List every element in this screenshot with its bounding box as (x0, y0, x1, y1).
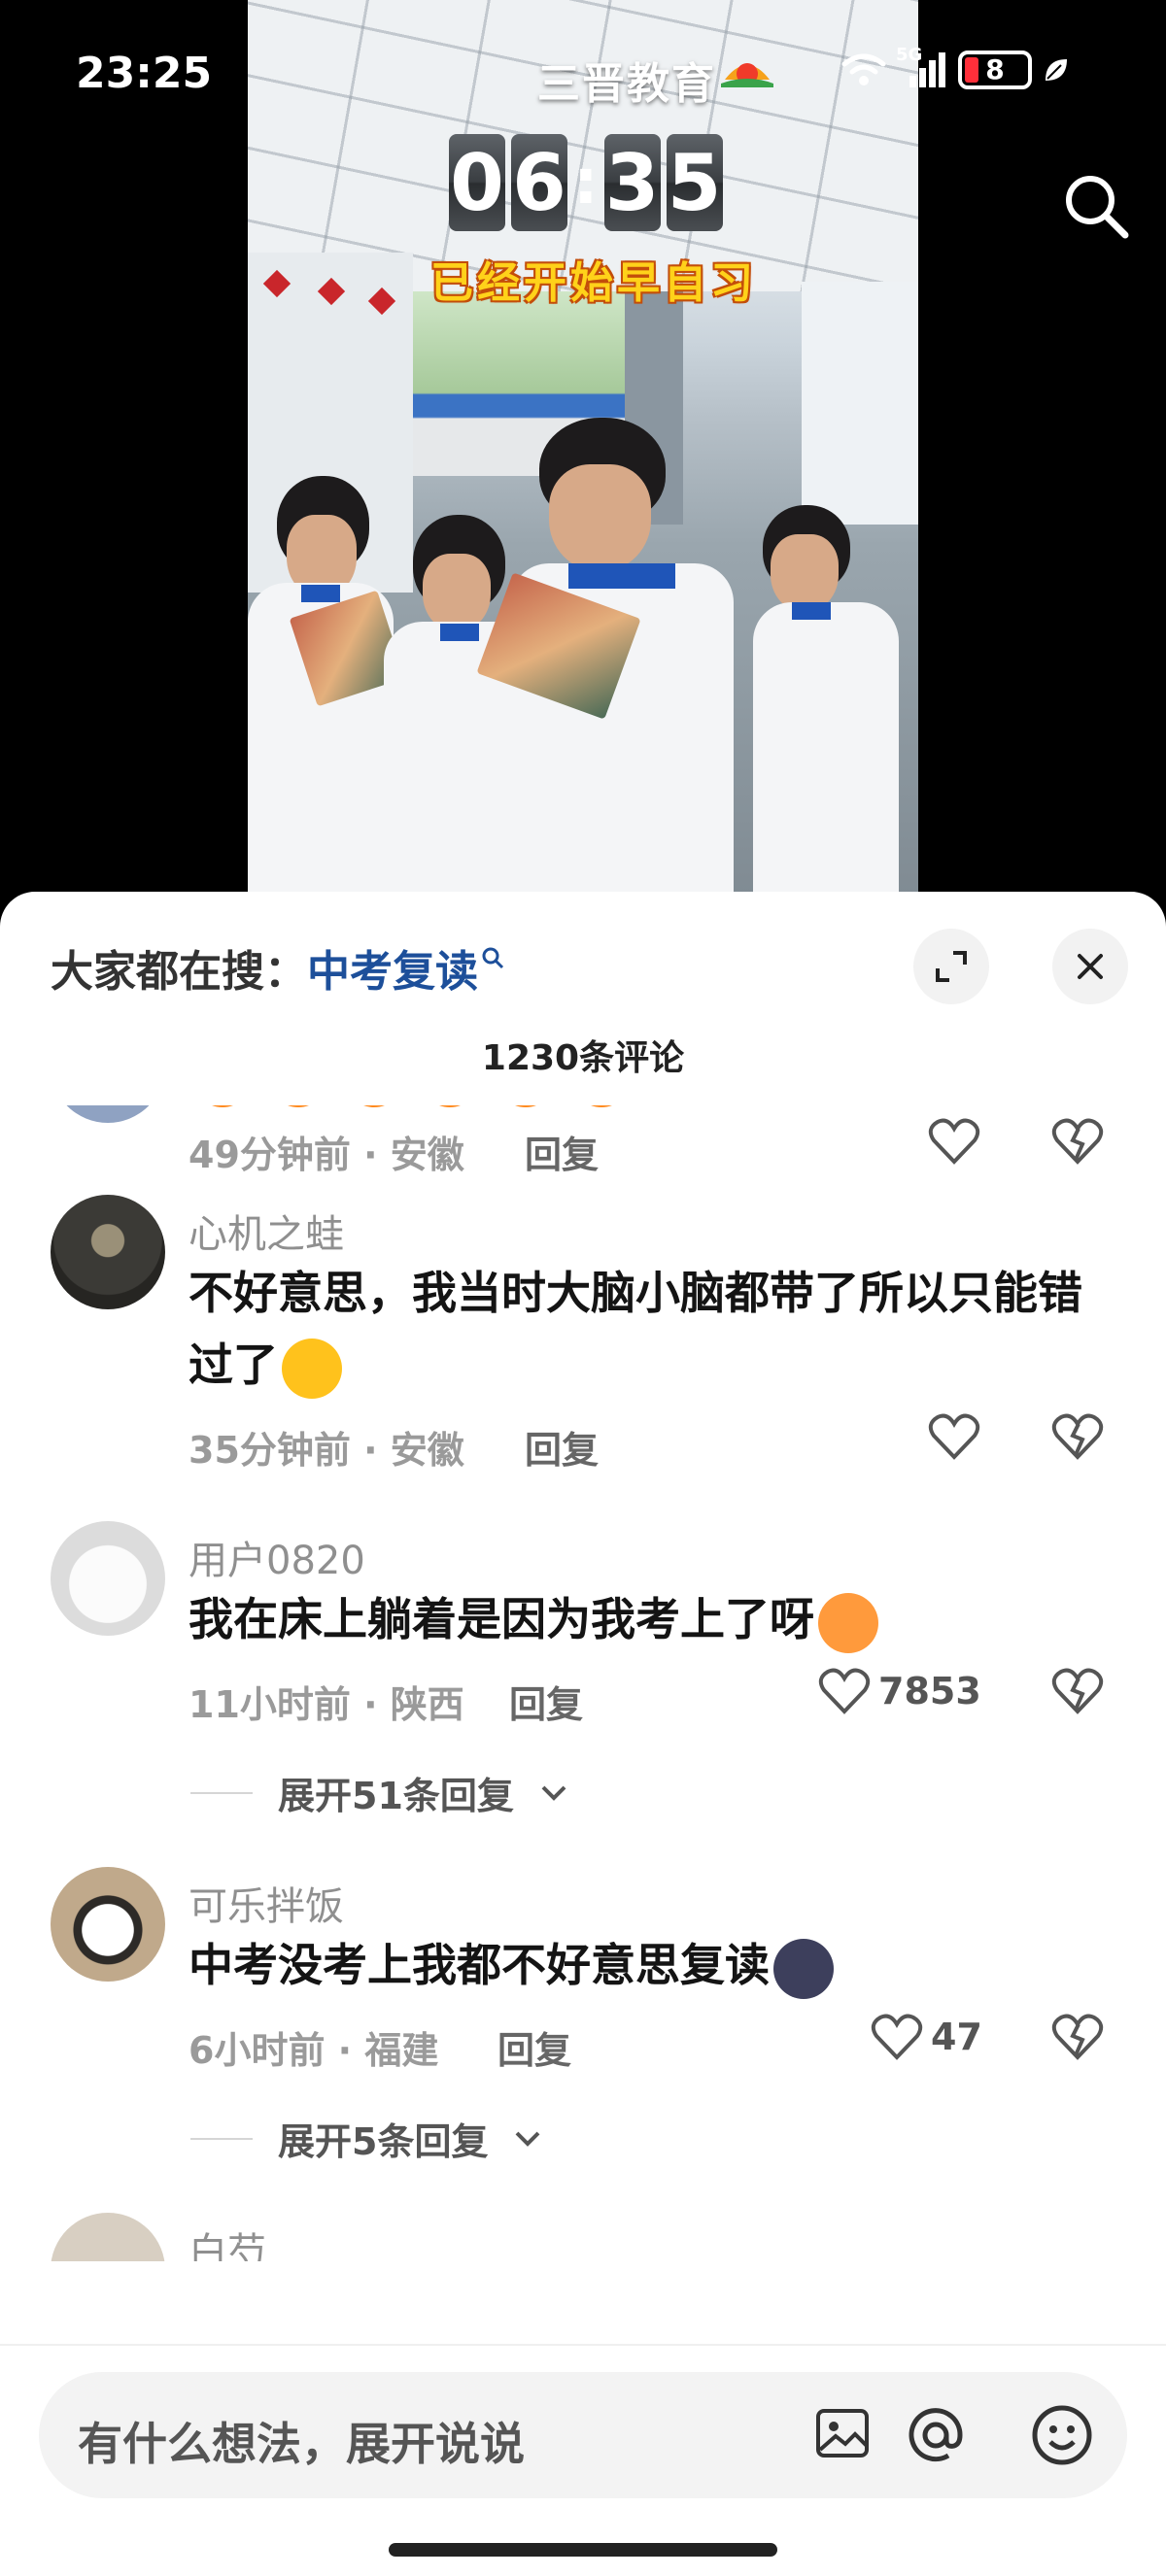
dislike-heart-icon[interactable] (1051, 2013, 1104, 2061)
whiteboard (802, 282, 918, 525)
heart-icon (928, 1413, 980, 1460)
like-button[interactable] (928, 1117, 980, 1166)
moon-face-emoji-icon (773, 1938, 834, 1999)
like-button[interactable]: 7853 (818, 1667, 981, 1715)
like-count: 47 (931, 2016, 982, 2058)
expand-replies-label: 展开5条回复 (278, 2120, 489, 2163)
tears-of-joy-emoji-icon (282, 1338, 342, 1399)
reply-button[interactable]: 回复 (509, 1675, 583, 1728)
home-indicator[interactable] (389, 2543, 777, 2557)
hot-search-label: 大家都在搜： (51, 947, 307, 997)
clock-digit: 3 (603, 134, 661, 231)
heart-icon (871, 2014, 923, 2060)
expand-replies-button[interactable]: 展开5条回复 (190, 2112, 542, 2165)
flip-clock: 0 6 : 3 5 (449, 134, 729, 231)
status-time: 23:25 (76, 49, 213, 98)
comment-text: 我在床上躺着是因为我考上了呀 (189, 1583, 1102, 1655)
cellular-icon: 5G (896, 45, 948, 89)
avatar[interactable] (51, 1195, 165, 1309)
comment-username[interactable]: 用户0820 (189, 1529, 365, 1585)
close-button[interactable] (1052, 929, 1128, 1004)
brand-logo-icon (721, 63, 773, 87)
mention-icon[interactable] (904, 2403, 968, 2467)
video-caption: 已经开始早自习 (430, 258, 757, 308)
image-icon[interactable] (812, 2403, 873, 2463)
avatar[interactable] (51, 2213, 165, 2261)
reply-button[interactable]: 回复 (525, 1420, 599, 1474)
reply-button[interactable]: 回复 (497, 2020, 571, 2074)
comments-sheet: 大家都在搜：中考复读 1230条评论 49分钟前 · 安徽 回复 心机之蛙 不好… (0, 892, 1166, 2576)
expand-button[interactable] (913, 929, 989, 1004)
hot-search-keyword[interactable]: 中考复读 (307, 947, 478, 997)
clock-digit: 5 (666, 134, 723, 231)
video-frame[interactable]: 三晋教育 0 6 : 3 5 已经开始早自习 (248, 0, 918, 908)
battery-icon: 8 (958, 51, 1032, 89)
like-button[interactable] (928, 1412, 980, 1461)
divider (190, 2137, 253, 2140)
comment-username[interactable]: 白芍 (189, 2220, 266, 2261)
wifi-icon (841, 53, 886, 85)
clock-colon: : (573, 147, 599, 219)
brand-name: 三晋教育 (537, 59, 716, 109)
avatar[interactable] (51, 1521, 165, 1636)
input-divider (0, 2344, 1166, 2346)
laugh-emoji-icon (268, 1105, 328, 1107)
comment-text: 不好意思，我当时大脑小脑都带了所以只能错过了 (189, 1257, 1102, 1401)
hot-search-bar[interactable]: 大家都在搜：中考复读 (51, 936, 505, 999)
dislike-heart-icon[interactable] (1051, 1117, 1104, 1166)
laugh-emoji-icon (192, 1105, 253, 1107)
comment-username[interactable]: 可乐拌饭 (189, 1875, 344, 1931)
laugh-emoji-icon (496, 1105, 556, 1107)
laugh-emoji-icon (420, 1105, 480, 1107)
like-count: 7853 (878, 1670, 981, 1712)
divider (190, 1791, 253, 1794)
dislike-heart-icon[interactable] (1051, 1667, 1104, 1715)
comment-input-placeholder: 有什么想法，展开说说 (78, 2418, 525, 2470)
comment-text: 中考没考上我都不好意思复读 (189, 1929, 1102, 2001)
comment-list[interactable]: 49分钟前 · 安徽 回复 心机之蛙 不好意思，我当时大脑小脑都带了所以只能错过… (0, 1105, 1166, 2261)
laugh-emoji-icon (571, 1105, 632, 1107)
expand-icon (936, 951, 967, 982)
close-icon (1078, 954, 1103, 979)
leaf-icon (1046, 59, 1067, 81)
dislike-heart-icon[interactable] (1051, 1412, 1104, 1461)
like-button[interactable]: 47 (871, 2013, 982, 2061)
clock-digit: 0 (449, 134, 505, 231)
comment-input[interactable]: 有什么想法，展开说说 (39, 2372, 1127, 2498)
video-player[interactable]: 三晋教育 0 6 : 3 5 已经开始早自习 23:25 5G 8 (0, 0, 1166, 908)
comment-count: 1230条评论 (481, 1038, 685, 1078)
status-icons: 5G 8 (841, 45, 1071, 89)
search-small-icon (482, 947, 504, 969)
reply-button[interactable]: 回复 (525, 1125, 599, 1178)
emoji-icon[interactable] (1030, 2403, 1094, 2467)
chevron-down-icon (516, 2131, 540, 2147)
search-icon[interactable] (1061, 171, 1131, 241)
comment-meta: 35分钟前 · 安徽 (189, 1429, 464, 1472)
expand-replies-label: 展开51条回复 (278, 1775, 514, 1817)
heart-icon (928, 1118, 980, 1165)
battery-level: 8 (985, 53, 1005, 85)
expand-replies-button[interactable]: 展开51条回复 (190, 1766, 568, 1819)
chevron-down-icon (541, 1785, 566, 1801)
comment-username[interactable]: 心机之蛙 (189, 1203, 344, 1259)
comment-meta: 6小时前 · 福建 (189, 2029, 439, 2072)
sleepy-emoji-icon (818, 1592, 878, 1653)
comment-meta: 11小时前 · 陕西 (189, 1683, 464, 1726)
heart-icon (818, 1668, 871, 1714)
clock-digit: 6 (511, 134, 567, 231)
avatar[interactable] (51, 1867, 165, 1982)
network-type: 5G (896, 45, 923, 65)
comment-meta: 49分钟前 · 安徽 (189, 1134, 464, 1176)
laugh-emoji-icon (344, 1105, 404, 1107)
avatar[interactable] (51, 1105, 165, 1123)
emoji-row (189, 1105, 632, 1107)
